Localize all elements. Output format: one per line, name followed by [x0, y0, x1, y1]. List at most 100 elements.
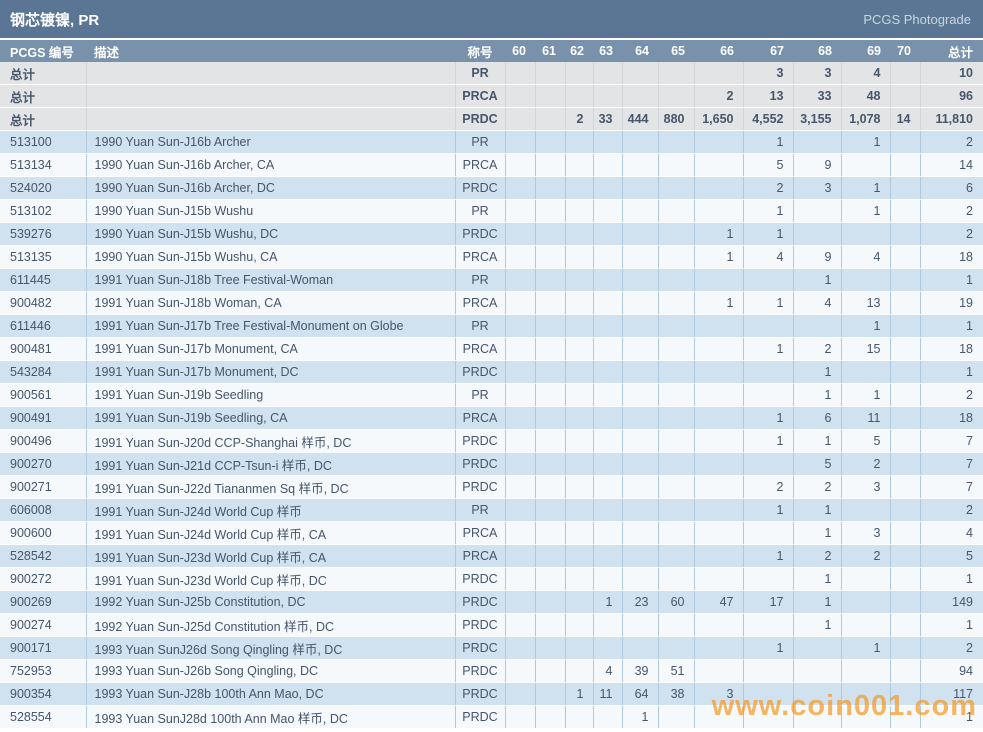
grade-cell-70	[890, 430, 920, 453]
total-cell: 18	[920, 338, 983, 361]
grade-cell-65	[658, 269, 694, 292]
pcgs-number-cell[interactable]: 606008	[0, 499, 86, 522]
table-row: 9004821991 Yuan Sun-J18b Woman, CAPRCA11…	[0, 292, 983, 315]
summary-label: 总计	[0, 108, 86, 131]
total-cell: 18	[920, 246, 983, 269]
grade-cell-63	[593, 85, 622, 108]
grade-cell-67: 1	[743, 131, 793, 154]
pcgs-number-cell[interactable]: 900274	[0, 614, 86, 637]
grade-cell-68: 3	[793, 62, 841, 85]
total-cell: 7	[920, 476, 983, 499]
pcgs-number-cell[interactable]: 900171	[0, 637, 86, 660]
summary-row: 总计PRCA213334896	[0, 85, 983, 108]
grade-cell-68: 1	[793, 591, 841, 614]
grade-cell-62	[565, 591, 593, 614]
description-cell: 1992 Yuan Sun-J25b Constitution, DC	[86, 591, 455, 614]
pcgs-number-cell[interactable]: 900491	[0, 407, 86, 430]
pcgs-number-cell[interactable]: 611446	[0, 315, 86, 338]
grade-cell-64	[622, 453, 658, 476]
grade-cell-68: 2	[793, 545, 841, 568]
column-header-64: 64	[622, 40, 658, 62]
pcgs-number-cell[interactable]: 900496	[0, 430, 86, 453]
total-cell: 18	[920, 407, 983, 430]
grade-cell-63	[593, 614, 622, 637]
pcgs-number-cell[interactable]: 513100	[0, 131, 86, 154]
grade-cell-66	[694, 62, 743, 85]
pcgs-number-cell[interactable]: 752953	[0, 660, 86, 683]
pcgs-number-cell[interactable]: 611445	[0, 269, 86, 292]
designation-cell: PRCA	[455, 246, 505, 269]
column-header-69: 69	[841, 40, 890, 62]
grade-cell-60	[505, 85, 535, 108]
table-row: 9002721991 Yuan Sun-J23d World Cup 样币, D…	[0, 568, 983, 591]
grade-cell-60	[505, 315, 535, 338]
pcgs-number-cell[interactable]: 900354	[0, 683, 86, 706]
grade-cell-66	[694, 315, 743, 338]
grade-cell-61	[535, 131, 565, 154]
total-cell: 10	[920, 62, 983, 85]
grade-cell-64	[622, 315, 658, 338]
pcgs-number-cell[interactable]: 528554	[0, 706, 86, 729]
description-cell: 1991 Yuan Sun-J22d Tiananmen Sq 样币, DC	[86, 476, 455, 499]
photograde-link[interactable]: PCGS Photograde	[863, 12, 983, 27]
pcgs-number-cell[interactable]: 513134	[0, 154, 86, 177]
pcgs-number-cell[interactable]: 900269	[0, 591, 86, 614]
description-cell: 1992 Yuan Sun-J25d Constitution 样币, DC	[86, 614, 455, 637]
table-row: 6114451991 Yuan Sun-J18b Tree Festival-W…	[0, 269, 983, 292]
pcgs-number-cell[interactable]: 900271	[0, 476, 86, 499]
grade-cell-61	[535, 430, 565, 453]
grade-cell-61	[535, 292, 565, 315]
pcgs-number-cell[interactable]: 900600	[0, 522, 86, 545]
grade-cell-70	[890, 660, 920, 683]
total-cell: 1	[920, 361, 983, 384]
grade-cell-70	[890, 154, 920, 177]
grade-cell-62	[565, 200, 593, 223]
pcgs-number-cell[interactable]: 528542	[0, 545, 86, 568]
column-header-description: 描述	[86, 40, 455, 62]
grade-cell-65	[658, 614, 694, 637]
grade-cell-65: 51	[658, 660, 694, 683]
grade-cell-65: 38	[658, 683, 694, 706]
total-cell: 11,810	[920, 108, 983, 131]
designation-cell: PRCA	[455, 522, 505, 545]
grade-cell-69: 4	[841, 246, 890, 269]
total-cell: 5	[920, 545, 983, 568]
pcgs-number-cell[interactable]: 513102	[0, 200, 86, 223]
grade-cell-66	[694, 660, 743, 683]
grade-cell-69: 11	[841, 407, 890, 430]
grade-cell-62	[565, 269, 593, 292]
description-cell: 1991 Yuan Sun-J17b Monument, CA	[86, 338, 455, 361]
total-cell: 4	[920, 522, 983, 545]
pcgs-number-cell[interactable]: 900270	[0, 453, 86, 476]
pcgs-number-cell[interactable]: 900272	[0, 568, 86, 591]
grade-cell-60	[505, 706, 535, 729]
total-cell: 2	[920, 200, 983, 223]
grade-cell-63	[593, 269, 622, 292]
grade-cell-62	[565, 545, 593, 568]
column-header-66: 66	[694, 40, 743, 62]
table-row: 5131021990 Yuan Sun-J15b WushuPR112	[0, 200, 983, 223]
grade-cell-67	[743, 683, 793, 706]
total-cell: 117	[920, 683, 983, 706]
pcgs-number-cell[interactable]: 900561	[0, 384, 86, 407]
grade-cell-69	[841, 499, 890, 522]
grade-cell-64	[622, 545, 658, 568]
grade-cell-69	[841, 591, 890, 614]
grade-cell-67: 1	[743, 430, 793, 453]
grade-cell-62	[565, 177, 593, 200]
grade-cell-64	[622, 62, 658, 85]
grade-cell-65	[658, 499, 694, 522]
grade-cell-64	[622, 614, 658, 637]
pcgs-number-cell[interactable]: 543284	[0, 361, 86, 384]
grade-cell-69	[841, 154, 890, 177]
designation-cell: PRDC	[455, 683, 505, 706]
pcgs-number-cell[interactable]: 900481	[0, 338, 86, 361]
grade-cell-70	[890, 200, 920, 223]
pcgs-number-cell[interactable]: 524020	[0, 177, 86, 200]
pcgs-number-cell[interactable]: 900482	[0, 292, 86, 315]
pcgs-number-cell[interactable]: 513135	[0, 246, 86, 269]
grade-cell-60	[505, 177, 535, 200]
pcgs-number-cell[interactable]: 539276	[0, 223, 86, 246]
grade-cell-65	[658, 177, 694, 200]
description-cell: 1991 Yuan Sun-J18b Tree Festival-Woman	[86, 269, 455, 292]
